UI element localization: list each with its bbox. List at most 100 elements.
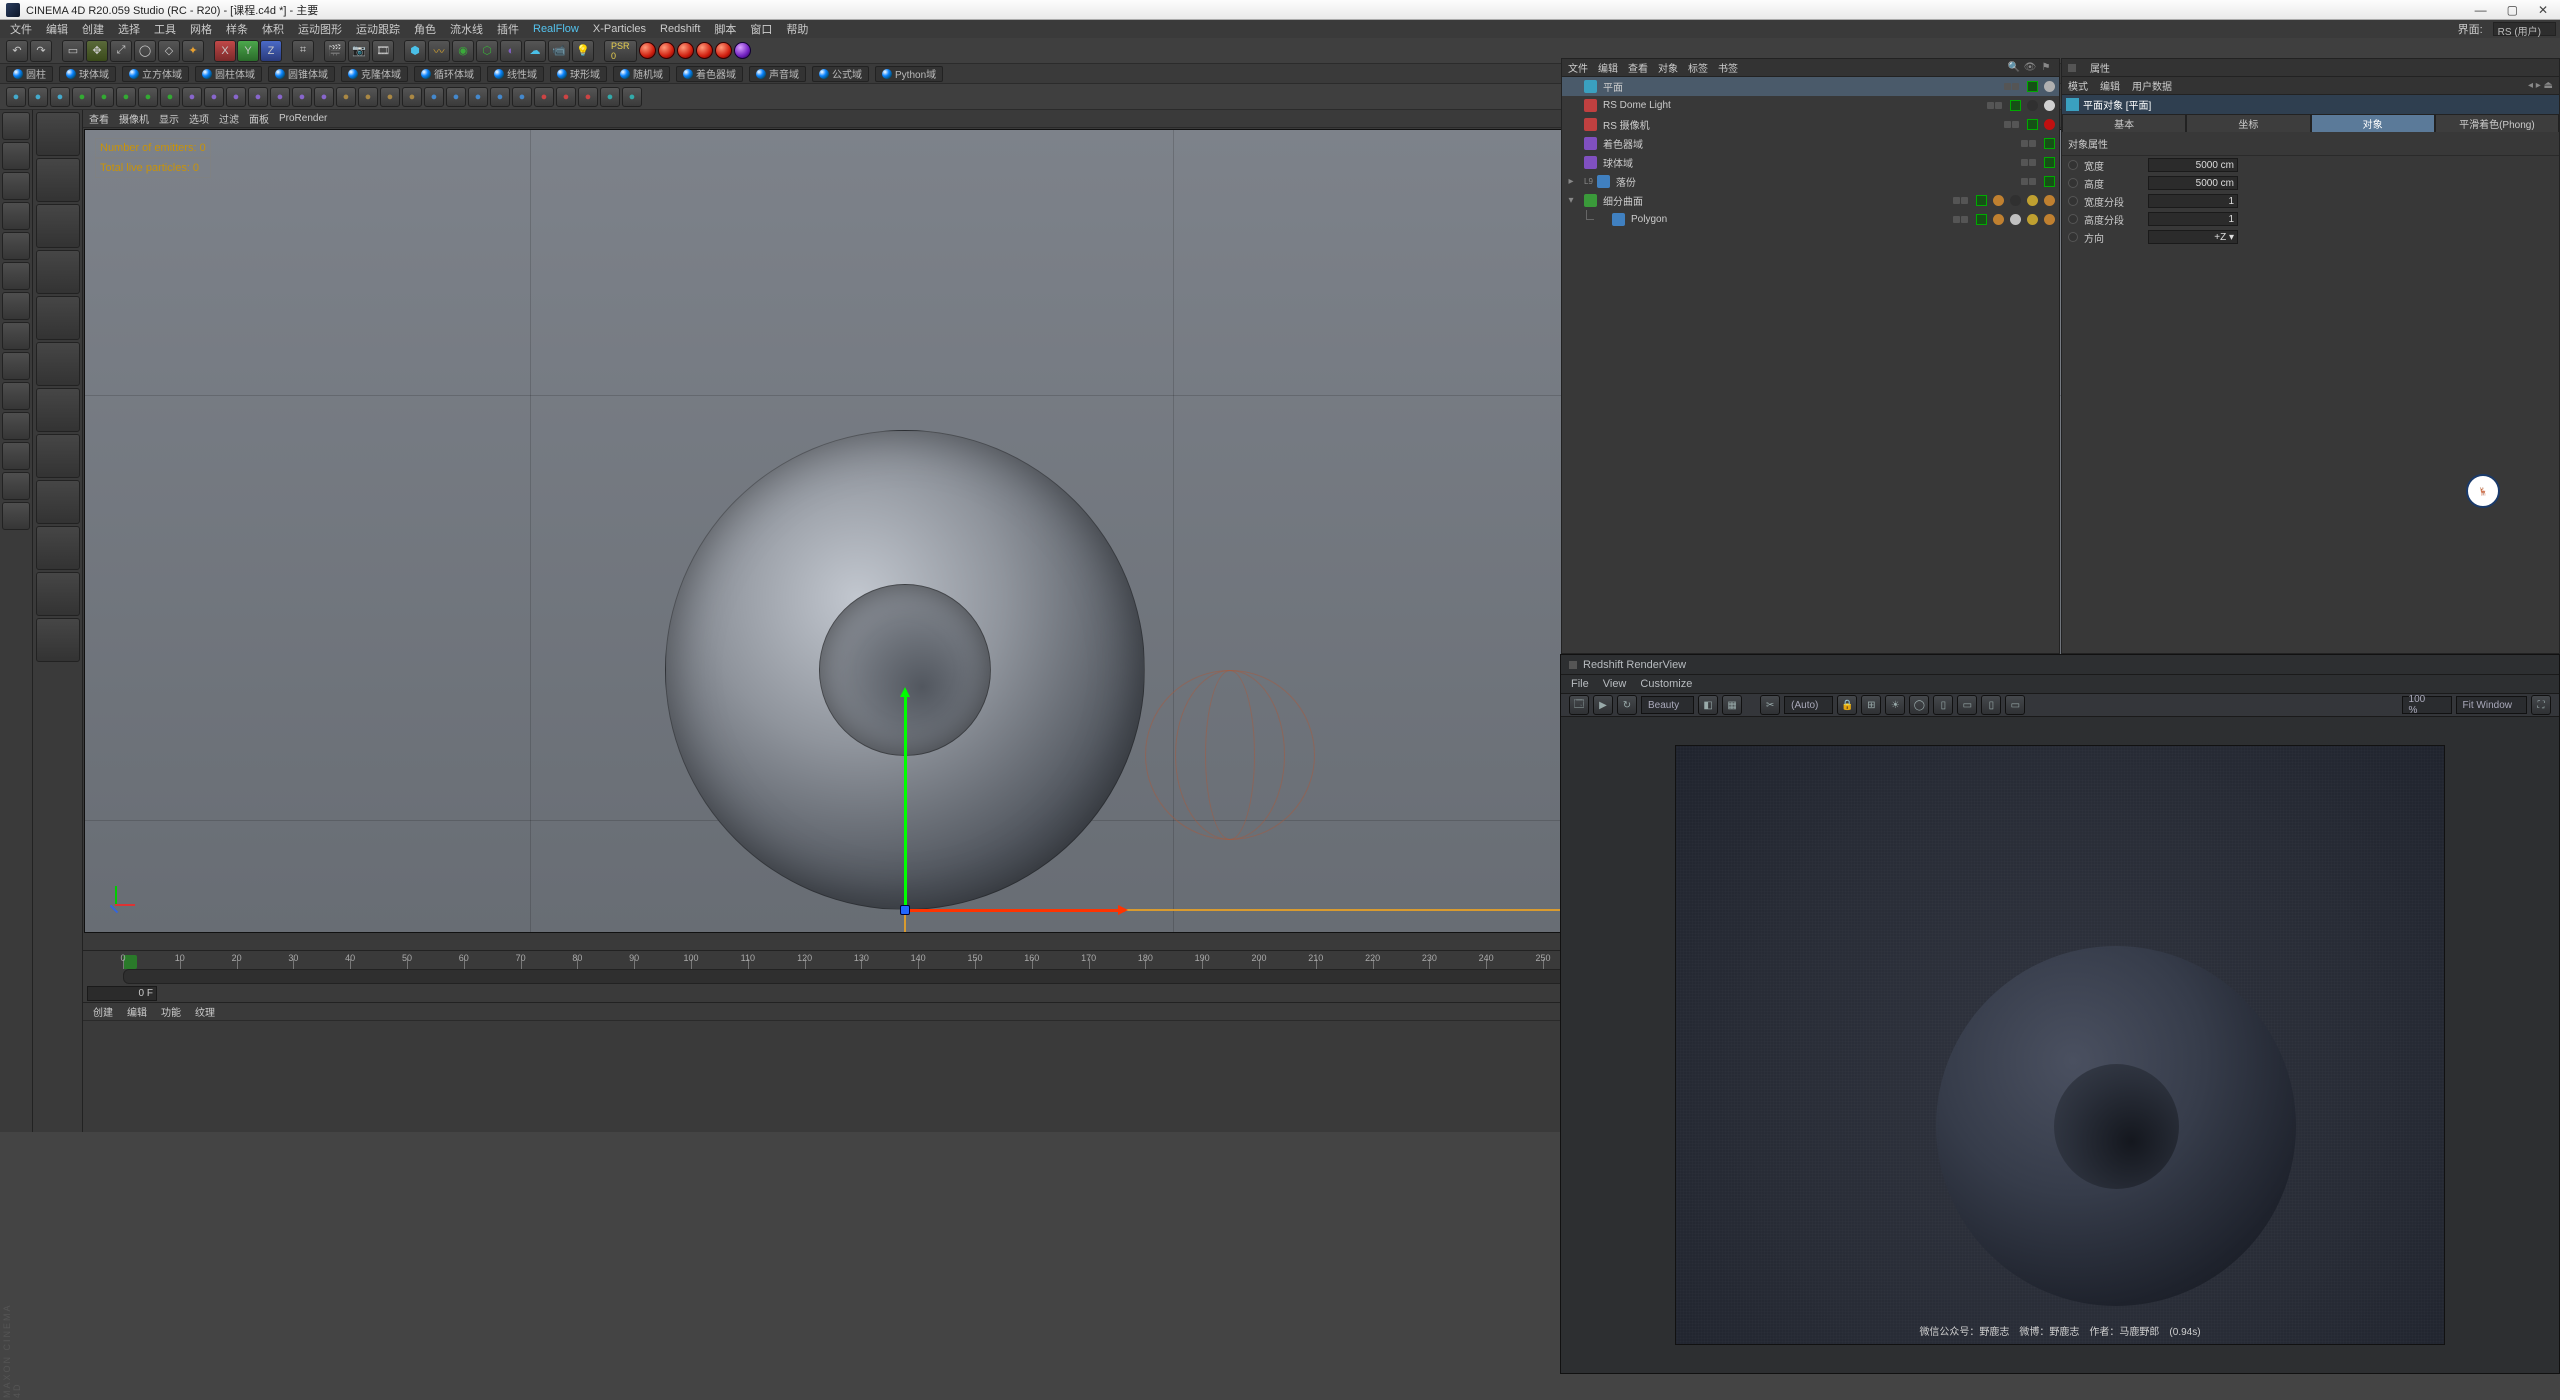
minimize-button[interactable]: — [2475,3,2487,17]
object-row-Polygon[interactable]: Polygon [1562,210,2059,229]
record-button-3[interactable] [677,42,694,59]
axis-x-toggle[interactable]: X [214,40,236,62]
palette-button-0[interactable] [36,112,80,156]
tag-icon[interactable] [2010,195,2021,206]
circle-icon[interactable]: ◯ [1909,695,1929,715]
mograph-tool-28[interactable]: ● [622,87,642,107]
object-row-平面[interactable]: 平面 [1562,77,2059,96]
mograph-tool-18[interactable]: ● [402,87,422,107]
crop-icon[interactable]: ✂ [1760,695,1780,715]
objmgr-menu-编辑[interactable]: 编辑 [1598,60,1618,75]
coord-system-button[interactable]: ⌗ [292,40,314,62]
render-view-button[interactable]: 🎬 [324,40,346,62]
mograph-tool-16[interactable]: ● [358,87,378,107]
mode-button-4[interactable] [2,232,30,260]
mode-button-0[interactable] [2,112,30,140]
mograph-tool-25[interactable]: ● [556,87,576,107]
menu-RealFlow[interactable]: RealFlow [527,22,585,36]
pane-icon-2[interactable]: ▭ [1957,695,1977,715]
field-克隆体域[interactable]: 克隆体域 [341,66,408,82]
vp-menu-面板[interactable]: 面板 [249,111,269,126]
axis-z-toggle[interactable]: Z [260,40,282,62]
undo-button[interactable]: ↶ [6,40,28,62]
menu-编辑[interactable]: 编辑 [40,20,74,38]
menu-流水线[interactable]: 流水线 [444,20,489,38]
mat-menu-编辑[interactable]: 编辑 [127,1004,147,1019]
quality-select[interactable]: (Auto) [1784,696,1833,714]
spline-button[interactable]: 〰 [428,40,450,62]
nurbs-button[interactable]: ◉ [452,40,474,62]
mograph-tool-11[interactable]: ● [248,87,268,107]
render-pv-button[interactable]: 📷 [348,40,370,62]
record-button-1[interactable] [639,42,656,59]
render-snapshot-button[interactable]: 🗔 [1569,695,1589,715]
deformer-button[interactable]: ◐ [500,40,522,62]
frame-start-field[interactable]: 0 F [87,986,157,1001]
zoom-field[interactable]: 100 % [2402,696,2452,714]
render-start-button[interactable]: ▶ [1593,695,1613,715]
move-tool[interactable]: ✥ [86,40,108,62]
tag-icon[interactable] [2044,214,2055,225]
lock-icon[interactable]: 🔒 [1837,695,1857,715]
prop-宽度分段[interactable]: 1 [2148,194,2238,208]
field-随机域[interactable]: 随机域 [613,66,670,82]
light-button[interactable]: 💡 [572,40,594,62]
objmgr-menu-文件[interactable]: 文件 [1568,60,1588,75]
field-圆锥体域[interactable]: 圆锥体域 [268,66,335,82]
eye-icon[interactable]: 👁 [2023,61,2037,75]
menu-Redshift[interactable]: Redshift [654,22,706,36]
mograph-tool-14[interactable]: ● [314,87,334,107]
mograph-tool-20[interactable]: ● [446,87,466,107]
select-tool[interactable]: ▭ [62,40,84,62]
mograph-tool-1[interactable]: ● [28,87,48,107]
field-球形域[interactable]: 球形域 [550,66,607,82]
record-button-4[interactable] [696,42,713,59]
region-icon[interactable]: ▦ [1722,695,1742,715]
enable-checkbox[interactable] [2044,176,2055,187]
enable-checkbox[interactable] [2010,100,2021,111]
field-球体域[interactable]: 球体域 [59,66,116,82]
field-圆柱体域[interactable]: 圆柱体域 [195,66,262,82]
mograph-tool-15[interactable]: ● [336,87,356,107]
grid-icon[interactable]: ⊞ [1861,695,1881,715]
vp-menu-查看[interactable]: 查看 [89,111,109,126]
record-button-2[interactable] [658,42,675,59]
palette-button-5[interactable] [36,342,80,386]
object-row-RS Dome Light[interactable]: RS Dome Light [1562,96,2059,115]
mode-button-13[interactable] [2,502,30,530]
objmgr-menu-书签[interactable]: 书签 [1718,60,1738,75]
object-row-细分曲面[interactable]: ▾细分曲面 [1562,191,2059,210]
layout-select[interactable]: RS (用户) [2493,22,2556,36]
mat-menu-创建[interactable]: 创建 [93,1004,113,1019]
mode-button-6[interactable] [2,292,30,320]
enable-checkbox[interactable] [2044,157,2055,168]
mode-button-9[interactable] [2,382,30,410]
mograph-tool-22[interactable]: ● [490,87,510,107]
mode-button-10[interactable] [2,412,30,440]
tag-icon[interactable] [2027,214,2038,225]
mograph-tool-2[interactable]: ● [50,87,70,107]
field-循环体域[interactable]: 循环体域 [414,66,481,82]
field-圆柱[interactable]: 圆柱 [6,66,53,82]
menu-体积[interactable]: 体积 [256,20,290,38]
tag-icon[interactable] [1993,195,2004,206]
pane-icon-4[interactable]: ▭ [2005,695,2025,715]
mograph-tool-7[interactable]: ● [160,87,180,107]
object-row-RS 摄像机[interactable]: RS 摄像机 [1562,115,2059,134]
environment-button[interactable]: ☁ [524,40,546,62]
attr-tab-2[interactable]: 对象 [2311,114,2435,132]
menu-网格[interactable]: 网格 [184,20,218,38]
mode-button-3[interactable] [2,202,30,230]
mograph-tool-6[interactable]: ● [138,87,158,107]
mode-button-8[interactable] [2,352,30,380]
enable-checkbox[interactable] [1976,195,1987,206]
vp-menu-显示[interactable]: 显示 [159,111,179,126]
mode-button-1[interactable] [2,142,30,170]
tag-icon[interactable] [2027,100,2038,111]
mograph-tool-24[interactable]: ● [534,87,554,107]
pane-icon-1[interactable]: ▯ [1933,695,1953,715]
objmgr-menu-查看[interactable]: 查看 [1628,60,1648,75]
menu-样条[interactable]: 样条 [220,20,254,38]
record-button-5[interactable] [715,42,732,59]
object-row-落份[interactable]: ▸L9落份 [1562,172,2059,191]
